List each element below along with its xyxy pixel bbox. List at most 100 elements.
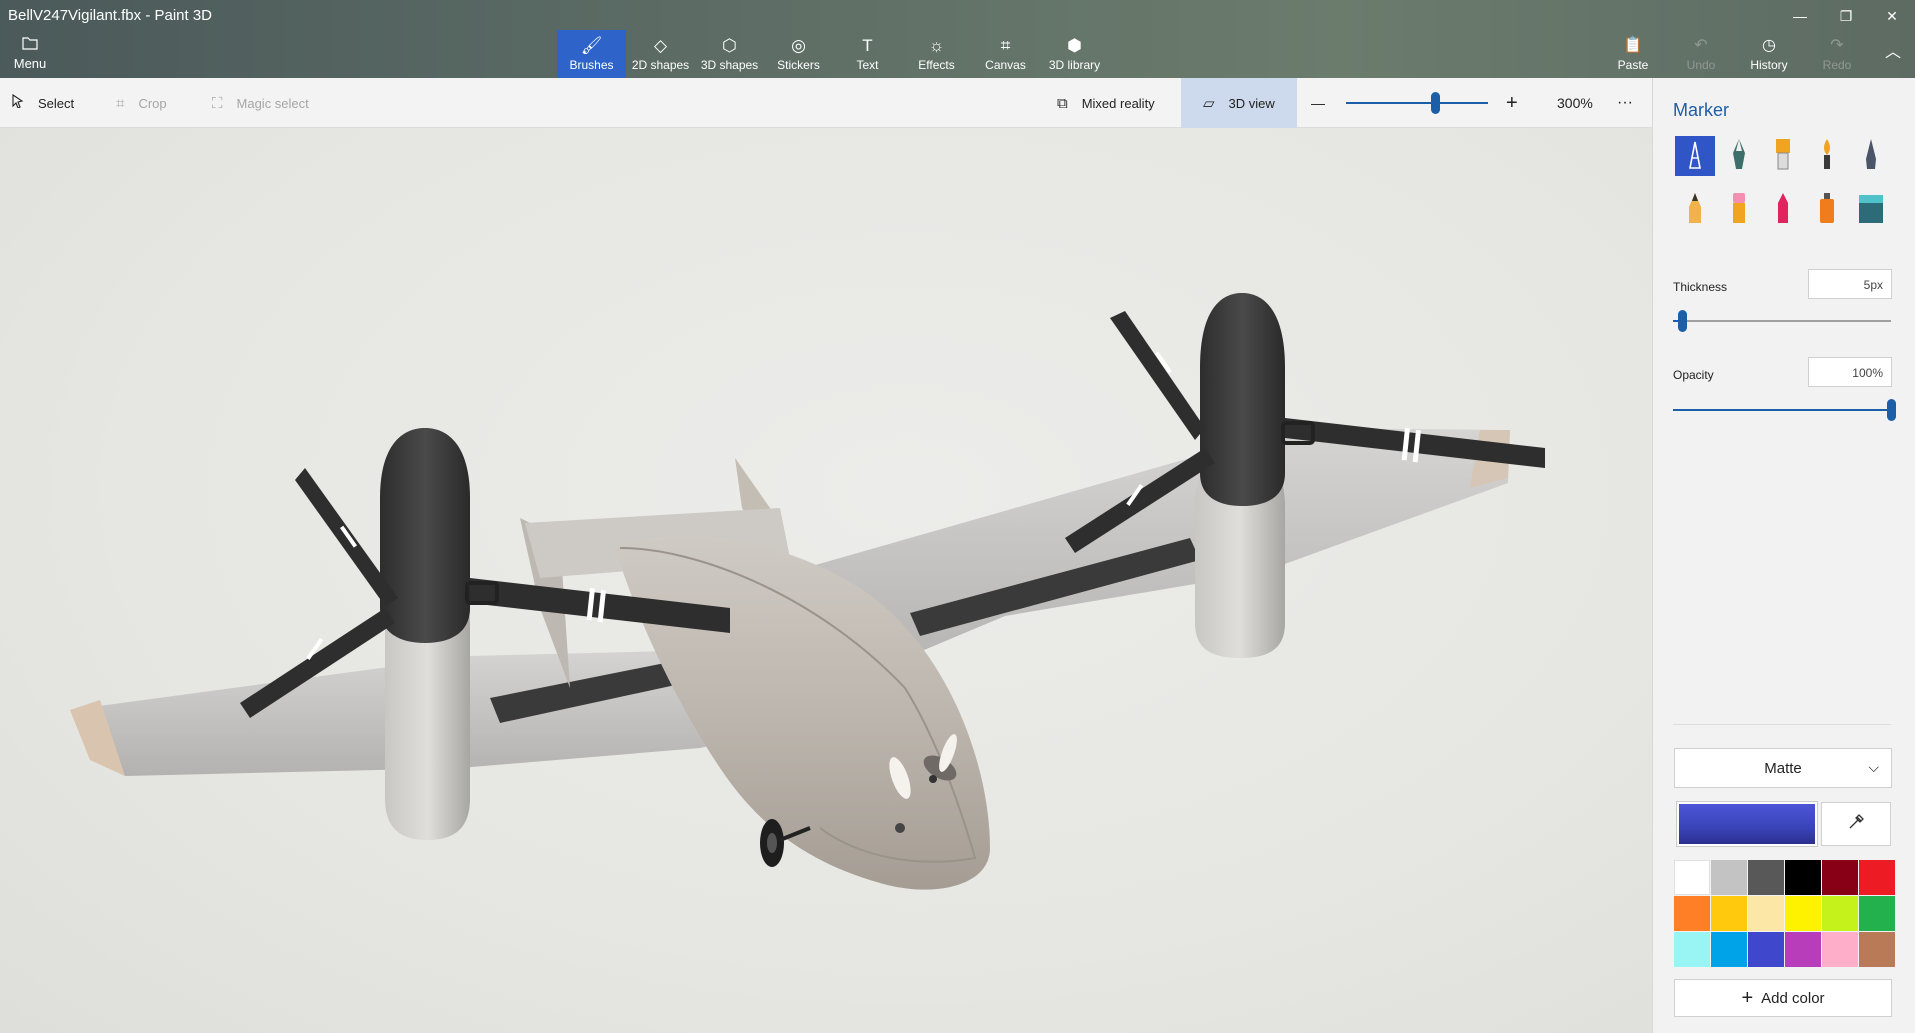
color-swatch[interactable] [1674, 860, 1710, 895]
eraser-icon [1728, 191, 1750, 230]
color-swatch[interactable] [1748, 860, 1784, 895]
aircraft-3d-model[interactable] [0, 128, 1652, 1033]
crayon-icon [1772, 191, 1794, 230]
thickness-slider-thumb[interactable] [1678, 310, 1687, 332]
menu-label: Menu [13, 56, 47, 71]
canvas-3d-view[interactable] [0, 128, 1652, 1033]
zoom-out-button[interactable]: — [1311, 78, 1325, 128]
color-swatch[interactable] [1674, 896, 1710, 931]
main-toolbar: 🖌 Brushes ◇ 2D shapes ⬡ 3D shapes ◎ Stic… [557, 30, 1109, 78]
tool-label: Canvas [985, 58, 1026, 72]
zoom-slider-track[interactable] [1346, 102, 1488, 104]
tool-label: Effects [918, 58, 955, 72]
eyedropper-button[interactable] [1821, 802, 1891, 846]
magic-select-label: Magic select [236, 95, 309, 111]
chevron-up-icon: ︿ [1884, 44, 1901, 61]
tool-3d-shapes[interactable]: ⬡ 3D shapes [695, 30, 764, 78]
crop-label: Crop [138, 95, 167, 111]
zoom-percentage[interactable]: 300% [1557, 78, 1593, 128]
opacity-slider-thumb[interactable] [1887, 399, 1896, 421]
oil-brush-icon [1772, 137, 1794, 176]
redo-label: Redo [1822, 58, 1852, 72]
opacity-input[interactable]: 100% [1808, 357, 1892, 387]
select-label: Select [38, 95, 75, 111]
color-swatch[interactable] [1711, 932, 1747, 967]
crayon-button[interactable] [1763, 190, 1803, 230]
add-color-label: Add color [1761, 989, 1825, 1007]
watercolor-button[interactable] [1807, 136, 1847, 176]
paste-button[interactable]: 📋 Paste [1599, 30, 1667, 78]
restore-button[interactable]: ❐ [1823, 4, 1869, 28]
opacity-slider-fill[interactable] [1673, 409, 1891, 411]
color-swatch[interactable] [1748, 896, 1784, 931]
color-swatch[interactable] [1822, 896, 1858, 931]
finish-dropdown[interactable]: Matte ⌵ [1674, 748, 1892, 788]
history-button[interactable]: ◷ History [1735, 30, 1803, 78]
close-button[interactable]: ✕ [1869, 4, 1915, 28]
more-options-button[interactable]: ··· [1617, 78, 1633, 128]
add-color-button[interactable]: + Add color [1674, 979, 1892, 1017]
undo-icon: ↶ [1694, 37, 1708, 54]
color-swatch[interactable] [1822, 860, 1858, 895]
mixed-reality-button[interactable]: ⧉ Mixed reality [1057, 78, 1155, 128]
zoom-in-button[interactable]: + [1506, 78, 1518, 128]
tool-brushes[interactable]: 🖌 Brushes [557, 30, 626, 78]
fill-button[interactable] [1851, 190, 1891, 230]
undo-label: Undo [1686, 58, 1716, 72]
tool-stickers[interactable]: ◎ Stickers [764, 30, 833, 78]
panel-title: Marker [1673, 100, 1730, 120]
brush-icon: 🖌 [580, 36, 603, 55]
3d-view-icon: ▱ [1203, 95, 1215, 112]
redo-button[interactable]: ↷ Redo [1803, 30, 1871, 78]
fill-bucket-icon [1857, 191, 1885, 230]
eyedropper-icon [1847, 813, 1865, 836]
color-swatch[interactable] [1674, 932, 1710, 967]
color-swatch[interactable] [1859, 896, 1895, 931]
canvas-icon: ⌗ [1000, 36, 1011, 55]
menu-button[interactable]: Menu [8, 36, 52, 74]
minimize-button[interactable]: — [1777, 4, 1823, 28]
color-swatch[interactable] [1859, 860, 1895, 895]
pixel-pen-button[interactable] [1851, 136, 1891, 176]
color-swatch[interactable] [1748, 932, 1784, 967]
collapse-ribbon-button[interactable]: ︿ [1871, 30, 1915, 78]
3d-library-icon: ⬢ [1067, 36, 1082, 55]
eraser-button[interactable] [1719, 190, 1759, 230]
tool-2d-shapes[interactable]: ◇ 2D shapes [626, 30, 695, 78]
3d-view-label: 3D view [1228, 95, 1275, 111]
crop-button[interactable]: ⌗ Crop [116, 78, 167, 128]
tool-text[interactable]: T Text [833, 30, 902, 78]
color-swatch[interactable] [1711, 860, 1747, 895]
tool-3d-library[interactable]: ⬢ 3D library [1040, 30, 1109, 78]
color-swatch[interactable] [1822, 932, 1858, 967]
color-swatch[interactable] [1785, 860, 1821, 895]
color-swatch[interactable] [1785, 932, 1821, 967]
marker-brush-button[interactable] [1675, 136, 1715, 176]
thickness-slider-track[interactable] [1673, 320, 1891, 322]
finish-value: Matte [1764, 759, 1802, 777]
mixed-reality-icon: ⧉ [1057, 94, 1068, 112]
calligraphy-pen-button[interactable] [1719, 136, 1759, 176]
history-label: History [1750, 58, 1788, 72]
color-swatch[interactable] [1785, 896, 1821, 931]
spray-can-button[interactable] [1807, 190, 1847, 230]
select-button[interactable]: Select [12, 78, 74, 128]
color-swatch[interactable] [1711, 896, 1747, 931]
color-palette [1674, 860, 1895, 967]
magic-select-button[interactable]: ⛶ Magic select [212, 78, 309, 128]
magic-select-icon: ⛶ [212, 94, 223, 112]
oil-brush-button[interactable] [1763, 136, 1803, 176]
tool-effects[interactable]: ☼ Effects [902, 30, 971, 78]
3d-view-button[interactable]: ▱ 3D view [1181, 78, 1297, 128]
pencil-icon [1684, 191, 1706, 230]
tool-canvas[interactable]: ⌗ Canvas [971, 30, 1040, 78]
tool-label: Stickers [777, 58, 820, 72]
undo-button[interactable]: ↶ Undo [1667, 30, 1735, 78]
pencil-button[interactable] [1675, 190, 1715, 230]
thickness-input[interactable]: 5px [1808, 269, 1892, 299]
color-swatch[interactable] [1859, 932, 1895, 967]
effects-icon: ☼ [928, 36, 945, 55]
zoom-slider-thumb[interactable] [1431, 92, 1441, 114]
opacity-label: Opacity [1673, 368, 1714, 382]
current-color-swatch[interactable] [1676, 801, 1818, 847]
